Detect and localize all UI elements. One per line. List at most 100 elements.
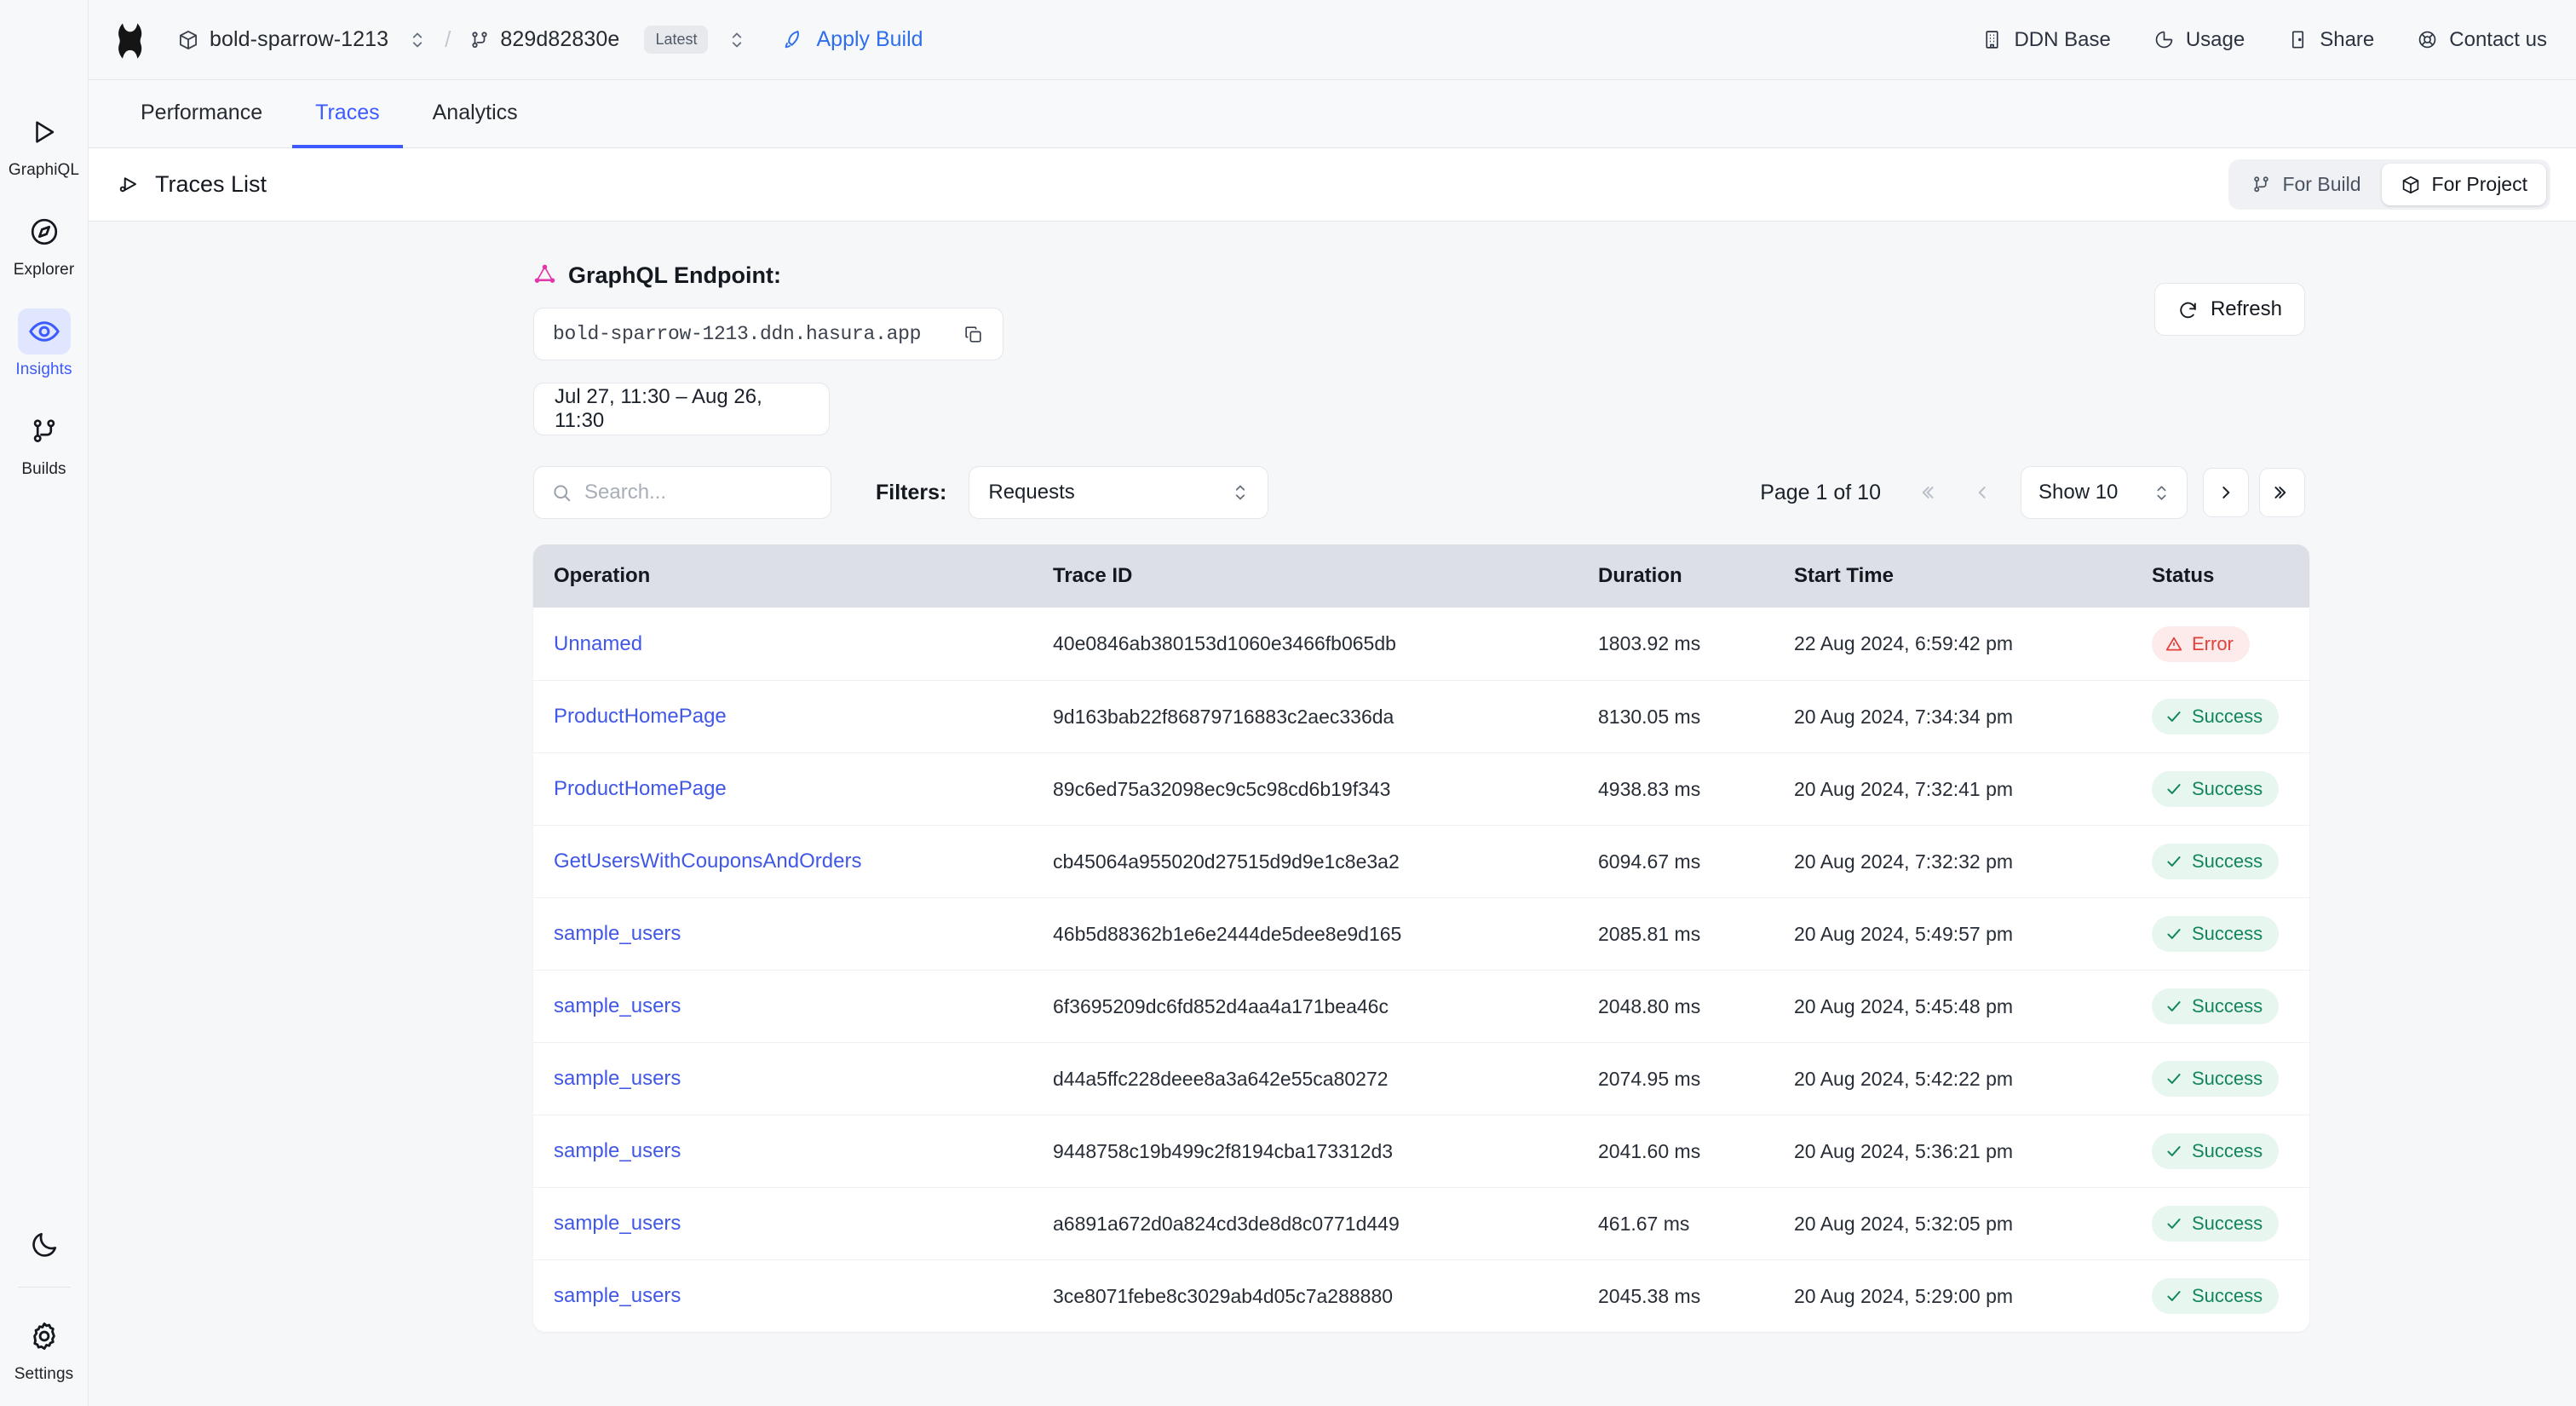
operation-link[interactable]: Unnamed bbox=[554, 632, 642, 655]
refresh-button[interactable]: Refresh bbox=[2153, 283, 2305, 336]
table-row[interactable]: sample_users 6f3695209dc6fd852d4aa4a171be… bbox=[533, 970, 2309, 1042]
for-build-toggle[interactable]: For Build bbox=[2233, 164, 2379, 205]
page-indicator: Page 1 of 10 bbox=[1760, 480, 1881, 504]
sidebar-item-settings[interactable]: Settings bbox=[8, 1313, 81, 1384]
operation-link[interactable]: sample_users bbox=[554, 1284, 681, 1307]
column-header-start-time: Start Time bbox=[1794, 564, 1894, 587]
check-icon bbox=[2165, 707, 2183, 726]
project-selector[interactable]: bold-sparrow-1213 bbox=[177, 27, 426, 52]
operation-link[interactable]: ProductHomePage bbox=[554, 777, 727, 800]
refresh-icon bbox=[2177, 299, 2199, 320]
apply-build-button[interactable]: Apply Build bbox=[783, 27, 923, 52]
status-badge: Success bbox=[2152, 844, 2280, 879]
table-row[interactable]: sample_users a6891a672d0a824cd3de8d8c0771… bbox=[533, 1187, 2309, 1259]
operation-link[interactable]: sample_users bbox=[554, 1212, 681, 1235]
sidebar-item-explorer[interactable]: Explorer bbox=[8, 209, 81, 279]
operation-link[interactable]: GetUsersWithCouponsAndOrders bbox=[554, 850, 861, 873]
build-selector[interactable]: 829d82830e Latest bbox=[469, 26, 745, 54]
last-page-button[interactable] bbox=[2259, 468, 2305, 517]
status-badge: Success bbox=[2152, 1061, 2280, 1097]
tab-traces[interactable]: Traces bbox=[292, 80, 403, 148]
moon-icon bbox=[18, 1222, 71, 1268]
table-row[interactable]: sample_users 9448758c19b499c2f8194cba1733… bbox=[533, 1115, 2309, 1187]
check-icon bbox=[2165, 925, 2183, 943]
column-header-operation: Operation bbox=[554, 564, 651, 587]
gear-icon bbox=[18, 1313, 71, 1359]
prev-page-button[interactable] bbox=[1959, 468, 2005, 517]
check-icon bbox=[2165, 997, 2183, 1016]
filter-selected-value: Requests bbox=[988, 481, 1075, 504]
operation-link[interactable]: ProductHomePage bbox=[554, 705, 727, 728]
duration-cell: 1803.92 ms bbox=[1598, 632, 1701, 654]
status-label: Success bbox=[2192, 1068, 2263, 1089]
branch-icon bbox=[469, 30, 490, 50]
status-label: Success bbox=[2192, 1285, 2263, 1306]
for-project-toggle[interactable]: For Project bbox=[2381, 164, 2546, 205]
duration-cell: 2048.80 ms bbox=[1598, 994, 1701, 1017]
duration-cell: 4938.83 ms bbox=[1598, 777, 1701, 800]
build-stepper-icon[interactable] bbox=[728, 28, 745, 52]
status-label: Success bbox=[2192, 778, 2263, 799]
traces-table: Operation Trace ID Duration Start Time S… bbox=[533, 545, 2309, 1332]
search-icon bbox=[551, 482, 572, 504]
search-box[interactable] bbox=[533, 466, 831, 519]
compass-icon bbox=[18, 209, 71, 255]
building-icon bbox=[1981, 29, 2003, 50]
panel-header: GraphQL Endpoint: bold-sparrow-1213.ddn.… bbox=[533, 262, 2305, 435]
graphql-endpoint-text: GraphQL Endpoint: bbox=[568, 262, 781, 288]
operation-link[interactable]: sample_users bbox=[554, 1067, 681, 1090]
table-row[interactable]: GetUsersWithCouponsAndOrders cb45064a9550… bbox=[533, 825, 2309, 897]
table-row[interactable]: sample_users 3ce8071febe8c3029ab4d05c7a28… bbox=[533, 1259, 2309, 1332]
start-time-cell: 20 Aug 2024, 7:34:34 pm bbox=[1794, 705, 2014, 728]
sidebar-label-builds: Builds bbox=[21, 460, 66, 478]
top-bar: bold-sparrow-1213 / 829d82830e Latest Ap… bbox=[89, 0, 2576, 80]
hasura-logo-icon[interactable] bbox=[109, 15, 158, 65]
start-time-cell: 20 Aug 2024, 7:32:32 pm bbox=[1794, 850, 2014, 873]
column-header-duration: Duration bbox=[1598, 564, 1682, 587]
status-label: Success bbox=[2192, 706, 2263, 727]
table-row[interactable]: Unnamed 40e0846ab380153d1060e3466fb065db 1… bbox=[533, 608, 2309, 680]
operation-link[interactable]: sample_users bbox=[554, 1139, 681, 1162]
next-page-button[interactable] bbox=[2203, 468, 2249, 517]
ddn-base-link[interactable]: DDN Base bbox=[1981, 28, 2111, 52]
app-root: GraphiQL Explorer Insights Builds Settin… bbox=[0, 0, 2576, 1406]
trace-id-cell: cb45064a955020d27515d9d9e1c8e3a2 bbox=[1053, 850, 1400, 873]
cube-icon bbox=[2401, 175, 2421, 195]
share-link[interactable]: Share bbox=[2287, 28, 2374, 52]
operation-link[interactable]: sample_users bbox=[554, 922, 681, 945]
table-row[interactable]: ProductHomePage 9d163bab22f86879716883c2a… bbox=[533, 680, 2309, 752]
latest-badge: Latest bbox=[644, 26, 709, 54]
duration-cell: 6094.67 ms bbox=[1598, 850, 1701, 873]
operation-link[interactable]: sample_users bbox=[554, 994, 681, 1017]
tab-analytics[interactable]: Analytics bbox=[410, 80, 541, 148]
theme-toggle[interactable] bbox=[8, 1222, 81, 1268]
project-stepper-icon[interactable] bbox=[409, 28, 426, 52]
page-size-select[interactable]: Show 10 bbox=[2021, 466, 2188, 519]
page-size-value: Show 10 bbox=[2038, 481, 2119, 504]
contact-us-link[interactable]: Contact us bbox=[2417, 28, 2547, 52]
eye-icon bbox=[17, 308, 71, 354]
sidebar-label-insights: Insights bbox=[15, 360, 72, 378]
cube-icon bbox=[177, 29, 199, 51]
page-title-label: Traces List bbox=[155, 171, 267, 197]
first-page-button[interactable] bbox=[1903, 468, 1949, 517]
column-header-status: Status bbox=[2152, 564, 2215, 587]
sidebar-item-graphiql[interactable]: GraphiQL bbox=[8, 109, 81, 180]
endpoint-url-box[interactable]: bold-sparrow-1213.ddn.hasura.app bbox=[533, 308, 1003, 360]
search-input[interactable] bbox=[584, 481, 814, 504]
tab-performance[interactable]: Performance bbox=[118, 80, 285, 148]
status-badge: Success bbox=[2152, 916, 2280, 952]
table-row[interactable]: sample_users 46b5d88362b1e6e2444de5dee8e9… bbox=[533, 897, 2309, 970]
sidebar-bottom: Settings bbox=[8, 1222, 81, 1406]
table-row[interactable]: ProductHomePage 89c6ed75a32098ec9c5c98cd6… bbox=[533, 752, 2309, 825]
usage-link[interactable]: Usage bbox=[2153, 28, 2245, 52]
filter-select[interactable]: Requests bbox=[969, 466, 1269, 519]
table-row[interactable]: sample_users d44a5ffc228deee8a3a642e55ca8… bbox=[533, 1042, 2309, 1115]
sidebar-item-builds[interactable]: Builds bbox=[8, 408, 81, 479]
check-icon bbox=[2165, 780, 2183, 798]
sidebar-item-insights[interactable]: Insights bbox=[8, 308, 81, 379]
pie-chart-icon bbox=[2153, 29, 2175, 50]
start-time-cell: 20 Aug 2024, 5:49:57 pm bbox=[1794, 922, 2014, 945]
date-range-picker[interactable]: Jul 27, 11:30 – Aug 26, 11:30 bbox=[533, 383, 830, 435]
copy-icon[interactable] bbox=[963, 324, 984, 345]
